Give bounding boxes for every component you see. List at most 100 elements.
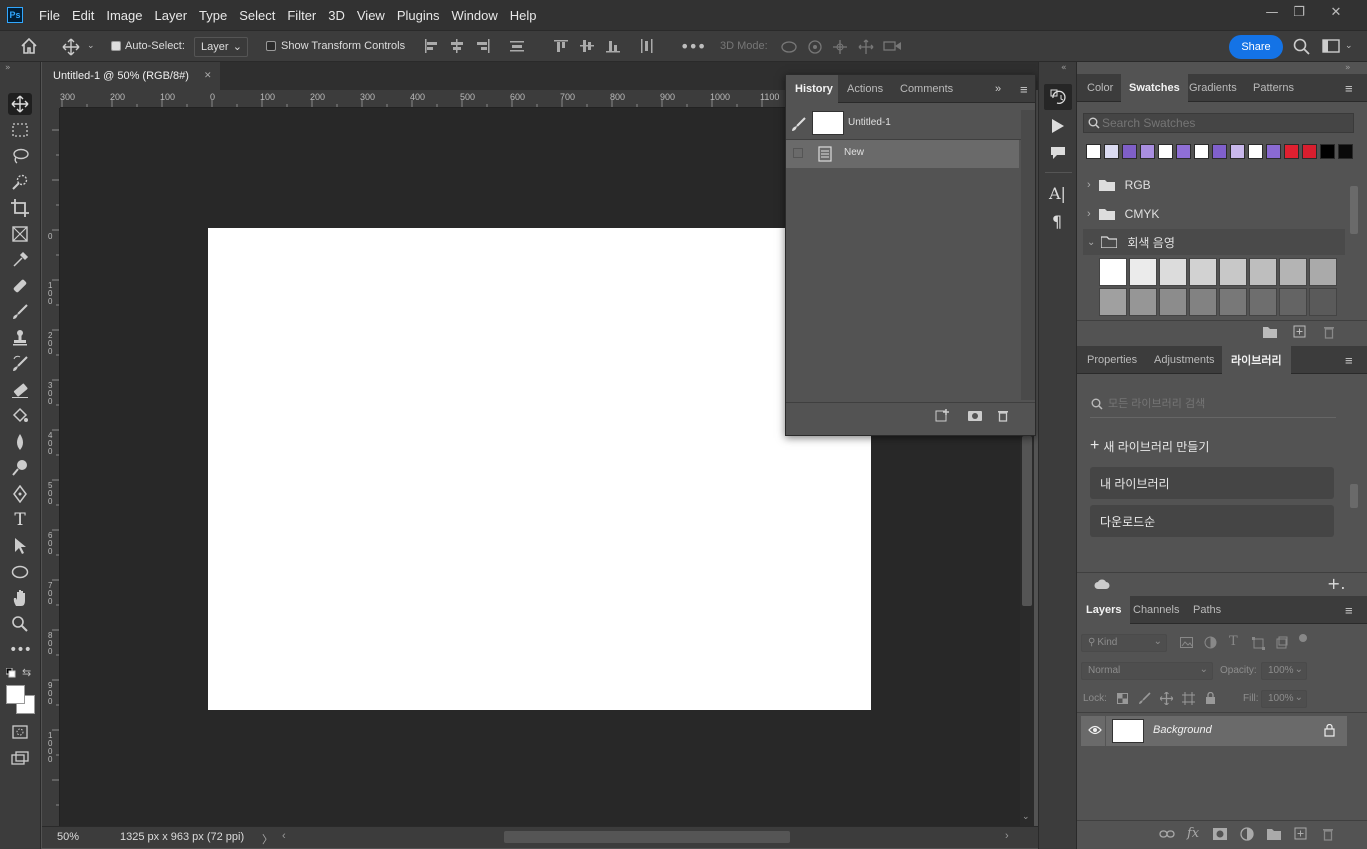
recent-swatch[interactable] (1266, 144, 1281, 159)
history-panel-icon[interactable] (1044, 84, 1072, 110)
visibility-eye-icon[interactable] (1088, 725, 1102, 735)
move-tool-icon[interactable] (8, 93, 32, 115)
path-selection-tool-icon[interactable] (8, 535, 32, 557)
tab-properties[interactable]: Properties (1087, 346, 1137, 374)
auto-select-checkbox[interactable] (111, 41, 121, 51)
tab-color[interactable]: Color (1087, 74, 1113, 102)
add-mask-icon[interactable] (1213, 828, 1227, 840)
character-panel-icon[interactable]: A| (1049, 184, 1066, 203)
grayscale-swatch[interactable] (1189, 288, 1217, 316)
eraser-tool-icon[interactable] (8, 379, 32, 401)
lock-all-icon[interactable] (1205, 692, 1216, 705)
swatches-scrollbar[interactable] (1347, 172, 1361, 317)
camera-snapshot-icon[interactable] (967, 408, 983, 422)
lock-transparent-icon[interactable] (1117, 693, 1128, 704)
edit-toolbar-icon[interactable]: ••• (8, 639, 32, 661)
recent-swatch[interactable] (1230, 144, 1245, 159)
menu-type[interactable]: Type (193, 8, 233, 23)
history-brush-source-icon[interactable] (791, 116, 807, 132)
default-colors-icon[interactable] (6, 668, 16, 678)
tab-channels[interactable]: Channels (1133, 596, 1179, 624)
history-snapshot-row[interactable]: Untitled-1 (786, 110, 1019, 138)
blend-mode-dropdown[interactable]: Normal ⌄ (1081, 662, 1213, 680)
lock-artboard-icon[interactable] (1182, 692, 1195, 705)
link-layers-icon[interactable] (1159, 829, 1175, 839)
new-group-icon[interactable] (1267, 828, 1281, 840)
chevron-down-icon[interactable]: ⌄ (1345, 41, 1353, 51)
trash-icon[interactable] (997, 408, 1009, 422)
paint-bucket-tool-icon[interactable] (8, 405, 32, 427)
grayscale-swatch[interactable] (1219, 288, 1247, 316)
fill-field[interactable]: 100% ⌄ (1261, 690, 1307, 708)
tab-swatches[interactable]: Swatches (1121, 74, 1188, 102)
lasso-tool-icon[interactable] (8, 145, 32, 167)
library-item[interactable]: 내 라이브러리 (1090, 467, 1334, 499)
grayscale-swatch[interactable] (1099, 288, 1127, 316)
recent-swatch[interactable] (1248, 144, 1263, 159)
grayscale-swatch[interactable] (1159, 258, 1187, 286)
menu-window[interactable]: Window (445, 8, 503, 23)
document-info[interactable]: 1325 px x 963 px (72 ppi) (120, 831, 244, 843)
history-state-row[interactable]: New (786, 140, 1019, 168)
grayscale-swatch[interactable] (1249, 288, 1277, 316)
scroll-right-icon[interactable]: › (1005, 830, 1009, 842)
filter-toggle-icon[interactable] (1299, 634, 1307, 642)
history-brush-tool-icon[interactable] (8, 353, 32, 375)
tab-layers[interactable]: Layers (1077, 596, 1131, 624)
3d-pan-icon[interactable] (831, 38, 849, 56)
grayscale-swatch[interactable] (1309, 258, 1337, 286)
grayscale-swatch[interactable] (1279, 258, 1307, 286)
document-tab[interactable]: Untitled-1 @ 50% (RGB/8#) ✕ (42, 62, 220, 90)
recent-swatch[interactable] (1140, 144, 1155, 159)
blur-tool-icon[interactable] (8, 431, 32, 453)
swatch-search-field[interactable] (1083, 113, 1354, 133)
distribute-horizontal-icon[interactable] (640, 39, 654, 53)
recent-swatch[interactable] (1194, 144, 1209, 159)
panel-menu-icon[interactable]: ≡ (1345, 346, 1353, 374)
swatch-search-input[interactable] (1102, 115, 1342, 131)
swatch-group-grayscale[interactable]: ⌄ 회색 음영 (1083, 229, 1345, 255)
tab-patterns[interactable]: Patterns (1253, 74, 1294, 102)
quick-mask-icon[interactable] (8, 721, 32, 743)
layer-lock-icon[interactable] (1324, 724, 1335, 737)
auto-select-target-dropdown[interactable]: Layer ⌄ (194, 37, 248, 57)
grayscale-swatch[interactable] (1189, 258, 1217, 286)
clone-stamp-tool-icon[interactable] (8, 327, 32, 349)
vertical-scroll-thumb[interactable] (1022, 436, 1032, 606)
zoom-level[interactable]: 50% (57, 831, 79, 843)
actions-play-icon[interactable] (1051, 118, 1065, 134)
frame-tool-icon[interactable] (8, 223, 32, 245)
align-bottom-icon[interactable] (606, 39, 620, 53)
add-library-icon[interactable]: +. (1327, 574, 1346, 593)
expand-panel-icon[interactable]: » (995, 75, 1001, 103)
layer-name[interactable]: Background (1153, 724, 1212, 736)
crop-tool-icon[interactable] (8, 197, 32, 219)
new-library-button[interactable]: + 새 라이브러리 만들기 (1090, 437, 1209, 455)
tab-history[interactable]: History (786, 75, 838, 103)
swatch-group-rgb[interactable]: › RGB (1087, 172, 1151, 198)
library-scrollbar[interactable] (1347, 474, 1361, 570)
align-left-icon[interactable] (424, 39, 438, 53)
menu-file[interactable]: File (33, 8, 66, 23)
library-scroll-thumb[interactable] (1350, 484, 1358, 508)
panel-menu-icon[interactable]: ≡ (1345, 74, 1353, 102)
recent-swatch[interactable] (1320, 144, 1335, 159)
home-icon[interactable] (20, 38, 38, 54)
marquee-tool-icon[interactable] (8, 119, 32, 141)
comments-icon[interactable] (1050, 146, 1066, 160)
filter-smart-object-icon[interactable] (1276, 636, 1288, 649)
move-tool-icon[interactable] (62, 38, 80, 56)
3d-roll-icon[interactable] (806, 38, 824, 56)
healing-brush-tool-icon[interactable] (8, 275, 32, 297)
layer-style-fx-icon[interactable]: fx (1187, 826, 1199, 841)
history-scrollbar[interactable] (1021, 110, 1035, 400)
layer-filter-dropdown[interactable]: ⚲ Kind ⌄ (1081, 634, 1167, 652)
grayscale-swatch[interactable] (1129, 288, 1157, 316)
filter-type-icon[interactable]: T (1229, 634, 1238, 649)
layer-row[interactable]: Background (1081, 716, 1347, 746)
menu-3d[interactable]: 3D (322, 8, 351, 23)
recent-swatch[interactable] (1122, 144, 1137, 159)
grayscale-swatch[interactable] (1309, 288, 1337, 316)
recent-swatch[interactable] (1302, 144, 1317, 159)
new-group-folder-icon[interactable] (1263, 326, 1277, 338)
